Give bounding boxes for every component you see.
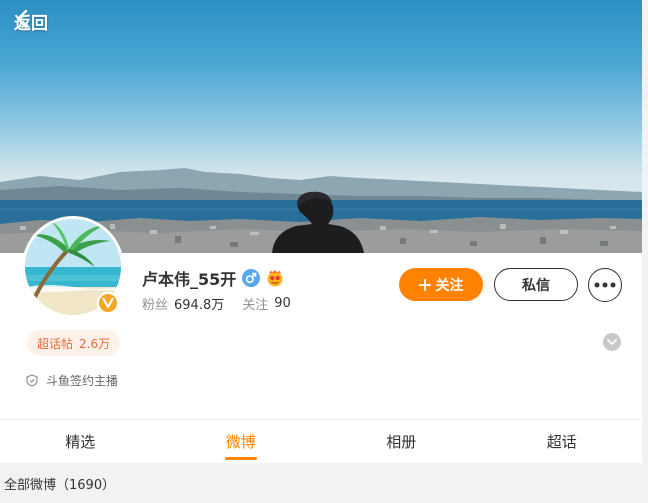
back-button[interactable]: 返回 — [14, 8, 48, 34]
message-label: 私信 — [522, 277, 550, 294]
signed-streamer-text: 斗鱼签约主播 — [46, 374, 119, 388]
cover-landscape — [0, 168, 642, 253]
more-dots-icon — [594, 282, 616, 288]
profile-tabs: 精选 微博 相册 超话 — [0, 419, 642, 463]
following-label: 关注 — [242, 298, 269, 313]
tab-album[interactable]: 相册 — [321, 420, 482, 463]
chevron-left-icon — [16, 9, 28, 29]
plus-icon — [418, 278, 431, 291]
all-posts-filter[interactable]: 全部微博（1690） — [4, 474, 115, 493]
tab-weibo[interactable]: 微博 — [161, 420, 322, 463]
followers-label: 粉丝 — [142, 298, 169, 313]
chevron-down-icon — [607, 339, 617, 345]
vip-level-icon — [267, 270, 283, 287]
tab-super-topic[interactable]: 超话 — [482, 420, 643, 463]
more-button[interactable] — [588, 268, 622, 302]
username: 卢本伟_55开 — [142, 270, 237, 289]
tab-weibo-label: 微博 — [225, 433, 256, 451]
followers-count[interactable]: 694.8万 — [174, 294, 224, 313]
stats-row: 粉丝 694.8万 关注 90 — [142, 294, 291, 313]
name-row: 卢本伟_55开 — [142, 266, 284, 290]
profile-page: 返回 卢本伟_55开 粉丝 694.8万 关注 90 关注 私信 超话帖 2.6… — [0, 0, 648, 503]
tab-featured-label: 精选 — [65, 433, 96, 451]
tab-super-topic-label: 超话 — [546, 433, 577, 451]
verified-badge-icon — [97, 292, 119, 314]
tab-album-label: 相册 — [386, 433, 417, 451]
follow-button[interactable]: 关注 — [399, 268, 483, 301]
follow-label: 关注 — [435, 277, 464, 294]
message-button[interactable]: 私信 — [494, 268, 578, 301]
cover-image: 返回 — [0, 0, 642, 253]
expand-button[interactable] — [603, 333, 621, 351]
super-topic-count: 2.6万 — [79, 336, 111, 351]
shield-icon — [26, 374, 38, 387]
male-gender-icon — [242, 269, 261, 287]
following-count[interactable]: 90 — [274, 296, 291, 311]
super-topic-label: 超话帖 — [37, 336, 74, 351]
signed-streamer-row: 斗鱼签约主播 — [26, 372, 118, 389]
active-tab-indicator — [224, 457, 257, 460]
super-topic-pill[interactable]: 超话帖 2.6万 — [27, 330, 121, 356]
tab-featured[interactable]: 精选 — [0, 420, 161, 463]
